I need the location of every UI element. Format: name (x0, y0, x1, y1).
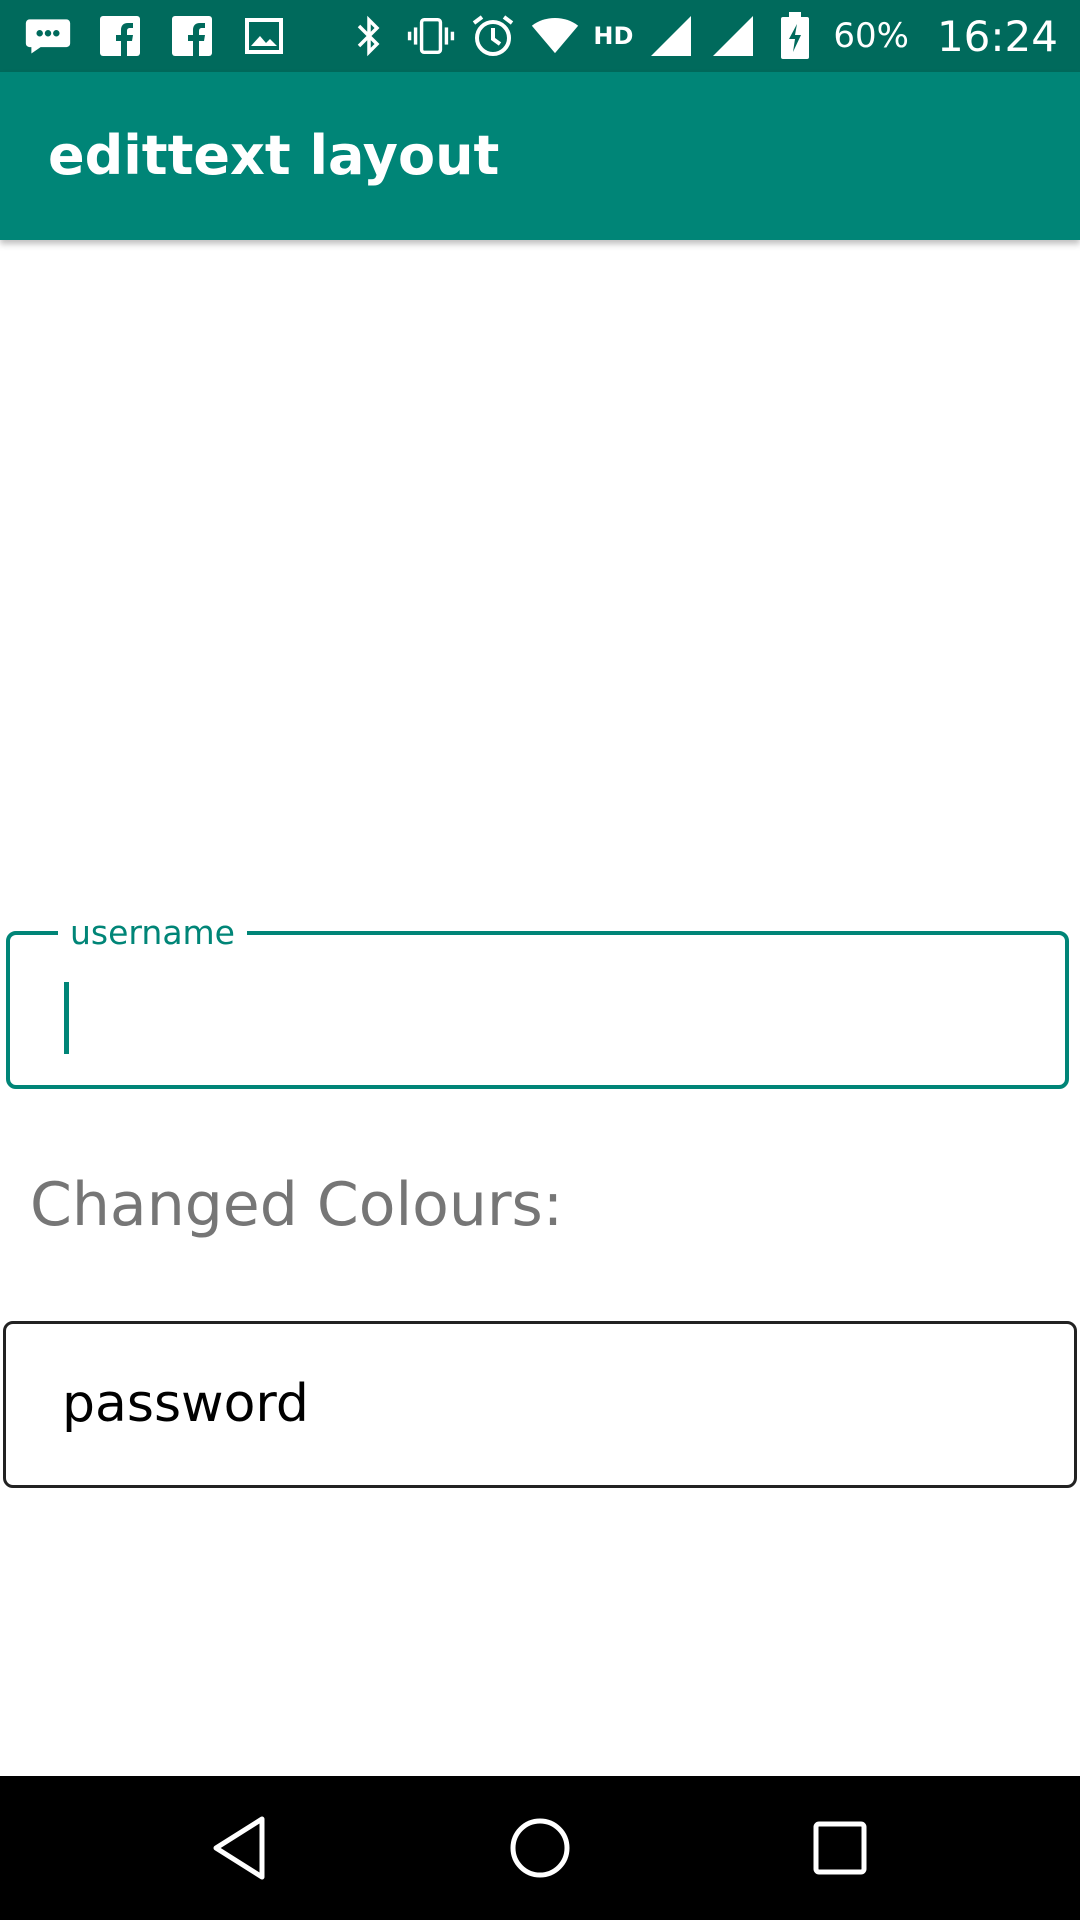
facebook-icon (96, 12, 144, 60)
username-field[interactable]: username (6, 913, 1069, 1089)
app-title: edittext layout (48, 124, 500, 187)
home-icon[interactable] (498, 1806, 582, 1890)
app-bar: edittext layout (0, 72, 1080, 240)
back-icon[interactable] (198, 1806, 282, 1890)
username-label: username (58, 913, 247, 953)
recents-icon[interactable] (798, 1806, 882, 1890)
signal-icon (709, 12, 757, 60)
facebook-icon (168, 12, 216, 60)
clock: 16:24 (936, 11, 1058, 61)
bluetooth-icon (345, 12, 393, 60)
section-heading: Changed Colours: (30, 1170, 564, 1240)
image-icon (240, 12, 288, 60)
password-field[interactable]: password (3, 1321, 1077, 1488)
status-bar: HD 60% 16:24 (0, 0, 1080, 72)
navigation-bar (0, 1776, 1080, 1920)
password-input-text: password (62, 1374, 309, 1434)
signal-icon (647, 12, 695, 60)
battery-charging-icon (771, 12, 819, 60)
vibrate-icon (407, 12, 455, 60)
battery-percent: 60% (833, 16, 909, 56)
username-input[interactable] (58, 965, 1018, 1061)
alarm-icon (469, 12, 517, 60)
messenger-icon (24, 12, 72, 60)
text-cursor (64, 982, 69, 1054)
notification-icons (24, 0, 288, 72)
system-status-icons: HD 60% 16:24 (345, 0, 1058, 72)
wifi-icon (531, 12, 579, 60)
network-type-label: HD (593, 22, 634, 50)
